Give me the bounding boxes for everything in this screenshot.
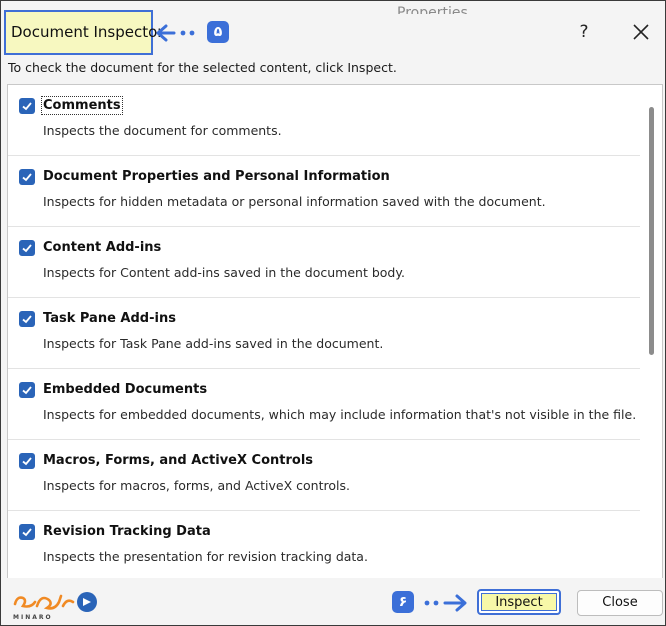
checkbox-document-properties[interactable] xyxy=(19,169,35,185)
inspection-options-list: Comments Inspects the document for comme… xyxy=(7,84,663,579)
list-item: Content Add-ins Inspects for Content add… xyxy=(8,227,640,298)
dialog-footer xyxy=(2,578,664,625)
document-inspector-dialog: Properties Document Inspector ۵ ? To che… xyxy=(0,0,666,626)
inspect-button[interactable]: Inspect xyxy=(477,589,561,615)
step-6-badge: ۶ xyxy=(392,591,414,613)
checkbox-revision-tracking[interactable] xyxy=(19,524,35,540)
checkbox-embedded-documents[interactable] xyxy=(19,382,35,398)
list-item: Macros, Forms, and ActiveX Controls Insp… xyxy=(8,440,640,511)
item-title[interactable]: Macros, Forms, and ActiveX Controls xyxy=(43,453,313,468)
item-description: Inspects the presentation for revision t… xyxy=(43,549,368,564)
item-title[interactable]: Revision Tracking Data xyxy=(43,524,211,539)
item-title[interactable]: Document Properties and Personal Informa… xyxy=(43,169,390,184)
close-button[interactable]: Close xyxy=(577,590,663,616)
arrow-left-icon xyxy=(156,24,195,42)
close-icon[interactable] xyxy=(629,20,653,44)
item-title[interactable]: Task Pane Add-ins xyxy=(43,311,176,326)
arrow-right-icon xyxy=(424,594,467,612)
item-description: Inspects for hidden metadata or personal… xyxy=(43,194,546,209)
item-title[interactable]: Comments xyxy=(41,96,123,115)
inspect-button-label: Inspect xyxy=(481,593,557,611)
list-item: Embedded Documents Inspects for embedded… xyxy=(8,369,640,440)
title-bar: Properties Document Inspector ۵ ? xyxy=(2,2,664,57)
dialog-title: Document Inspector xyxy=(4,10,163,55)
item-title[interactable]: Content Add-ins xyxy=(43,240,161,255)
checkbox-task-pane-addins[interactable] xyxy=(19,311,35,327)
vertical-scrollbar[interactable] xyxy=(649,107,654,355)
item-description: Inspects for Task Pane add-ins saved in … xyxy=(43,336,384,351)
item-description: Inspects for macros, forms, and ActiveX … xyxy=(43,478,350,493)
list-item: Revision Tracking Data Inspects the pres… xyxy=(8,511,640,578)
checkbox-content-addins[interactable] xyxy=(19,240,35,256)
step-5-badge: ۵ xyxy=(207,21,229,43)
checkbox-macros-forms-activex[interactable] xyxy=(19,453,35,469)
item-title[interactable]: Embedded Documents xyxy=(43,382,207,397)
item-description: Inspects the document for comments. xyxy=(43,123,282,138)
logo-text: MINARO xyxy=(13,614,53,621)
list-item: Document Properties and Personal Informa… xyxy=(8,156,640,227)
instruction-text: To check the document for the selected c… xyxy=(8,60,397,75)
list-item: Task Pane Add-ins Inspects for Task Pane… xyxy=(8,298,640,369)
help-button[interactable]: ? xyxy=(574,20,594,44)
item-description: Inspects for Content add-ins saved in th… xyxy=(43,265,405,280)
item-description: Inspects for embedded documents, which m… xyxy=(43,407,637,422)
list-item: Comments Inspects the document for comme… xyxy=(8,85,640,156)
checkbox-comments[interactable] xyxy=(19,98,35,114)
background-window-title: Properties xyxy=(397,6,468,14)
